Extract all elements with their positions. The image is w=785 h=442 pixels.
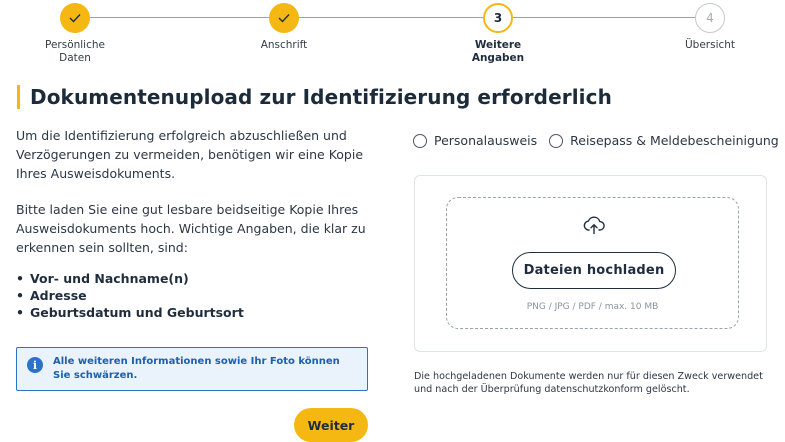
intro-paragraph: Bitte laden Sie eine gut lesbare beidsei… — [16, 202, 366, 255]
info-text: Alle weiteren Informationen sowie Ihr Fo… — [53, 356, 340, 381]
step-further-details: 3 Weitere Angaben — [438, 3, 558, 65]
checkmark-icon — [60, 3, 90, 33]
radio-button[interactable] — [549, 133, 564, 148]
radio-reisepass[interactable]: Reisepass & Meldebescheinigung — [549, 133, 779, 148]
step-label: Übersicht — [684, 39, 736, 51]
info-icon: i — [27, 357, 43, 373]
file-dropzone[interactable]: Dateien hochladen PNG / JPG / PDF / max.… — [446, 197, 739, 329]
next-button[interactable]: Weiter — [294, 408, 368, 442]
list-item: Adresse — [16, 287, 376, 304]
checkmark-icon — [269, 3, 299, 33]
section-heading: Dokumentenupload zur Identifizierung erf… — [17, 85, 612, 109]
step-overview: 4 Übersicht — [650, 3, 770, 52]
radio-personalausweis[interactable]: Personalausweis — [413, 133, 537, 148]
step-label: Anschrift — [260, 39, 308, 51]
step-address[interactable]: Anschrift — [224, 3, 344, 52]
list-item: Vor- und Nachname(n) — [16, 270, 376, 287]
radio-label[interactable]: Personalausweis — [434, 133, 537, 148]
page-title: Dokumentenupload zur Identifizierung erf… — [30, 85, 612, 109]
intro-paragraph: Um die Identifizierung erfolgreich abzus… — [16, 128, 364, 181]
cloud-upload-icon — [583, 216, 605, 235]
upload-card: Dateien hochladen PNG / JPG / PDF / max.… — [414, 175, 767, 352]
step-label: Persönliche Daten — [44, 39, 105, 64]
upload-hint: PNG / JPG / PDF / max. 10 MB — [526, 302, 659, 312]
required-details-list: Vor- und Nachname(n) Adresse Geburtsdatu… — [16, 270, 376, 321]
step-number: 3 — [483, 3, 513, 33]
radio-button[interactable] — [413, 133, 427, 148]
radio-label[interactable]: Reisepass & Meldebescheinigung — [570, 133, 779, 148]
upload-files-button[interactable]: Dateien hochladen — [512, 252, 676, 289]
document-type-radio-group: Personalausweis Reisepass & Meldebeschei… — [413, 133, 785, 148]
privacy-note: Die hochgeladenen Dokumente werden nur f… — [414, 371, 763, 395]
list-item: Geburtsdatum und Geburtsort — [16, 304, 376, 321]
progress-stepper: Persönliche Daten Anschrift 3 Weitere An… — [0, 0, 785, 70]
step-number: 4 — [695, 3, 725, 33]
step-label: Weitere Angaben — [471, 39, 525, 64]
intro-text: Um die Identifizierung erfolgreich abzus… — [16, 126, 376, 321]
step-personal-data[interactable]: Persönliche Daten — [15, 3, 135, 65]
info-box: i Alle weiteren Informationen sowie Ihr … — [16, 347, 368, 391]
